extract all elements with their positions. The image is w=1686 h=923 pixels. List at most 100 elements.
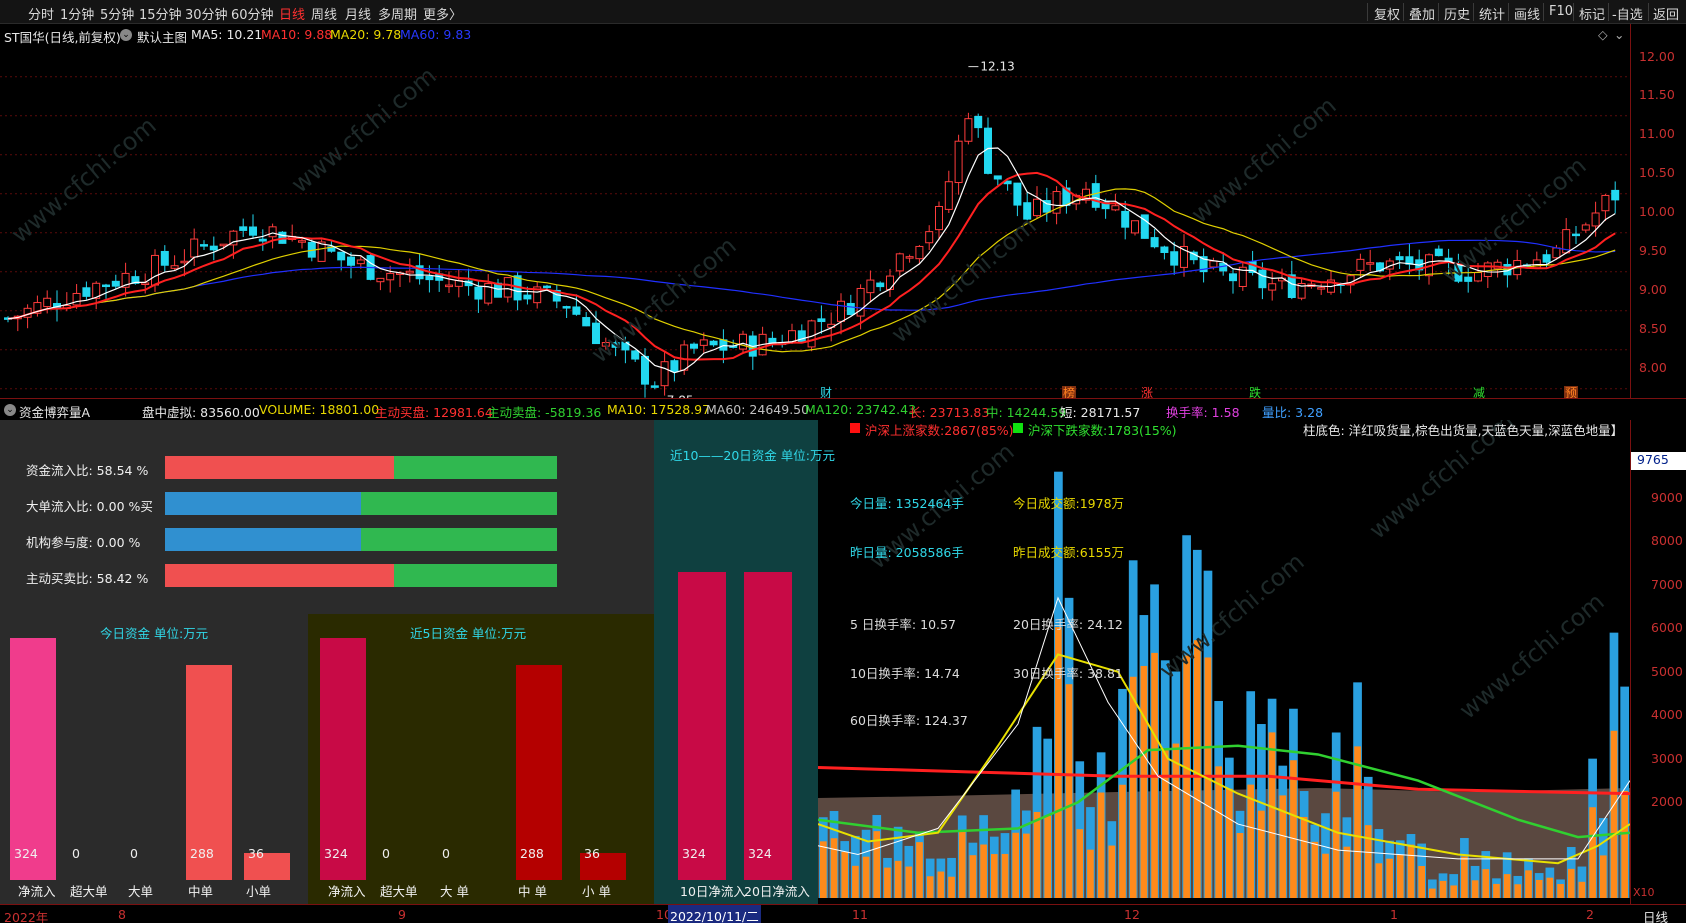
candle — [1552, 247, 1561, 259]
candle — [82, 287, 91, 297]
date-tick: 2022年 — [4, 910, 49, 923]
candle — [503, 277, 512, 298]
period-tab-15min[interactable]: 15分钟 — [139, 4, 182, 23]
candle — [141, 282, 150, 285]
chevron-down-icon[interactable]: ⌄ — [4, 404, 16, 416]
fund-bar-value: 0 — [382, 846, 390, 861]
statistics-button[interactable]: 统计 — [1479, 4, 1505, 23]
fund-bar-name: 10日净流入 — [680, 884, 746, 899]
candle — [886, 275, 894, 290]
price-tick: 9.00 — [1639, 282, 1667, 297]
chevron-down-icon[interactable]: ⌄ — [120, 29, 132, 41]
period-tab-60min[interactable]: 60分钟 — [231, 4, 274, 23]
candle — [895, 253, 904, 272]
mark-button[interactable]: 标记 — [1579, 4, 1605, 23]
ten-twenty-funds-title: 近10——20日资金 单位:万元 — [670, 448, 835, 463]
period-tab-monthly[interactable]: 月线 — [345, 4, 371, 23]
date-tick: 2 — [1586, 907, 1594, 922]
candle — [523, 294, 532, 300]
candle — [425, 275, 434, 281]
period-tab-5min[interactable]: 5分钟 — [100, 4, 134, 23]
period-tab-more[interactable]: 更多〉 — [423, 4, 462, 23]
ratio-bar-outflow — [394, 456, 557, 479]
period-indicator[interactable]: 日线 — [1643, 907, 1668, 923]
candle — [1150, 237, 1159, 248]
ratio-label: 大单流入比: 0.00 %买 — [26, 499, 153, 514]
restore-rights-button[interactable]: 复权 — [1374, 4, 1400, 23]
candle — [445, 284, 453, 288]
fund-bar-name: 净流入 — [18, 884, 56, 899]
five-day-funds-title: 近5日资金 单位:万元 — [410, 626, 527, 641]
candle — [690, 343, 698, 349]
five-day-funds-panel: 近5日资金 单位:万元 324 净流入 0 超大单 0 大 单 288 中 单 36 小 单 — [308, 614, 654, 904]
draw-line-button[interactable]: 画线 — [1514, 4, 1540, 23]
price-tick: 12.00 — [1639, 49, 1675, 64]
date-tick: 9 — [398, 907, 406, 922]
candle — [935, 205, 943, 231]
period-tab-30min[interactable]: 30分钟 — [185, 4, 228, 23]
period-tab-fenshi[interactable]: 分时 — [28, 4, 54, 23]
candle — [474, 286, 483, 300]
f10-button[interactable]: F10 — [1549, 4, 1573, 19]
candle — [1209, 260, 1218, 268]
diamond-icon[interactable]: ◇ — [1598, 27, 1608, 42]
candle — [1572, 233, 1580, 237]
candle — [209, 245, 218, 251]
stock-software-window: 分时 1分钟 5分钟 15分钟 30分钟 60分钟 日线 周线 月线 多周期 更… — [0, 0, 1686, 923]
candle — [1111, 205, 1120, 211]
period-tab-multi[interactable]: 多周期 — [378, 4, 417, 23]
main-chart-info-bar: ST国华(日线,前复权) ⌄ 默认主图 MA5: 10.21 MA10: 9.8… — [0, 24, 1630, 45]
period-tab-weekly[interactable]: 周线 — [311, 4, 337, 23]
remove-watchlist-button[interactable]: -自选 — [1612, 4, 1643, 23]
indicator-name[interactable]: 资金博弈量A — [19, 402, 90, 421]
candle — [249, 226, 257, 236]
candle — [190, 238, 199, 258]
candle — [356, 259, 365, 265]
price-tick: 11.00 — [1639, 126, 1675, 141]
candle — [680, 344, 689, 371]
overlay-button[interactable]: 叠加 — [1409, 4, 1435, 23]
date-tick: 1 — [1390, 907, 1398, 922]
period-tab-daily[interactable]: 日线 — [279, 4, 305, 23]
fund-bar-value: 0 — [130, 846, 138, 861]
svg-text:www.cfchi.com: www.cfchi.com — [1364, 420, 1520, 545]
period-tab-1min[interactable]: 1分钟 — [60, 4, 94, 23]
ma5-label: MA5: 10.21 — [191, 27, 263, 42]
candle — [1581, 224, 1590, 231]
chevron-down-icon[interactable]: ⌄ — [1614, 27, 1624, 42]
active-sell-value: 主动卖盘: -5819.36 — [487, 405, 602, 420]
candle — [1474, 272, 1482, 282]
candle — [1542, 254, 1551, 263]
volume-tick: 9000 — [1651, 490, 1683, 505]
candle — [876, 282, 885, 288]
fund-bar-value: 324 — [748, 846, 772, 861]
candle — [846, 302, 855, 316]
cursor-date: 2022/10/11/二 — [668, 905, 761, 923]
volume-tick: 6000 — [1651, 620, 1683, 635]
candle — [837, 300, 845, 322]
candle — [102, 284, 110, 288]
volume-tick: 5000 — [1651, 664, 1683, 679]
candlestick-chart[interactable]: 12.137.85财榜涨跌减预www.cfchi.comwww.cfchi.co… — [0, 44, 1630, 399]
volume-chart[interactable]: www.cfchi.com www.cfchi.com www.cfchi.com w… — [818, 420, 1630, 904]
candle — [817, 318, 826, 323]
ratio-bar-outflow — [361, 492, 557, 515]
candle — [180, 260, 189, 264]
high-price-label: 12.13 — [980, 60, 1014, 74]
price-tick: 8.50 — [1639, 321, 1667, 336]
back-button[interactable]: 返回 — [1653, 4, 1679, 23]
fund-bar-value: 288 — [520, 846, 544, 861]
ma120-value: MA120: 23742.43 — [805, 402, 917, 417]
fund-bar-value: 288 — [190, 846, 214, 861]
candle — [660, 361, 669, 387]
fund-bar-name: 中 单 — [518, 884, 547, 899]
ratio-bar-inflow — [165, 528, 361, 551]
indicator-info-bar: ⌄ 资金博弈量A 盘中虚拟: 83560.00 VOLUME: 18801.00… — [0, 398, 1686, 421]
candle — [650, 385, 659, 388]
candle — [572, 306, 581, 315]
price-tick: 10.50 — [1639, 165, 1675, 180]
history-button[interactable]: 历史 — [1444, 4, 1470, 23]
price-tick: 10.00 — [1639, 204, 1675, 219]
fund-bar-value: 324 — [14, 846, 38, 861]
ratio-bar-inflow — [165, 456, 394, 479]
